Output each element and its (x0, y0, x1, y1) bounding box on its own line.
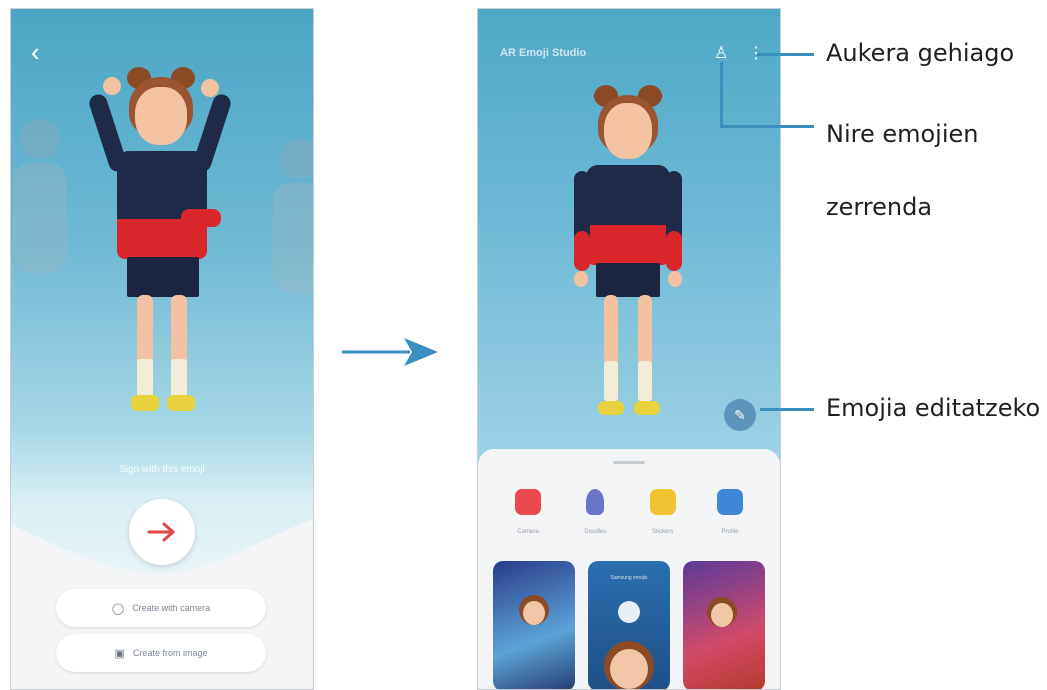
camera-icon: ◯ (111, 602, 125, 615)
menu-stickers-label: Stickers (651, 529, 674, 535)
emoji-card[interactable] (683, 561, 765, 689)
back-icon[interactable]: ‹ (31, 39, 40, 65)
background-avatar-right (273, 139, 313, 293)
menu-doodles-label: Doodles (584, 529, 607, 535)
camera-icon (515, 489, 541, 515)
menu-camera[interactable]: Camera (498, 489, 558, 535)
callout-line-emoji-list (720, 125, 814, 128)
create-with-camera-button[interactable]: ◯ Create with camera (56, 589, 266, 627)
card-caption: Samsung emojis (610, 575, 648, 581)
menu-doodles[interactable]: Doodles (565, 489, 625, 535)
image-icon: ▣ (114, 647, 125, 660)
sign-with-emoji-text: Sign with this emoji (119, 464, 205, 475)
callout-more-options: Aukera gehiago (826, 39, 1015, 67)
callout-emoji-list-line1: Nire emojien (826, 120, 979, 148)
edit-icon: ✎ (734, 406, 746, 423)
callout-line-more-options (757, 53, 814, 56)
background-avatar-left (13, 119, 67, 273)
menu-profile[interactable]: Profile (700, 489, 760, 535)
avatar-figure (81, 59, 241, 449)
bottom-sheet: Camera Doodles Stickers Profile Samsung … (478, 449, 780, 689)
arrow-right-icon (147, 522, 175, 542)
menu-stickers[interactable]: Stickers (633, 489, 693, 535)
create-from-image-button[interactable]: ▣ Create from image (56, 634, 266, 672)
emoji-list-icon[interactable]: ♙ (714, 43, 728, 63)
edit-emoji-button[interactable]: ✎ (724, 399, 756, 431)
menu-camera-label: Camera (517, 529, 539, 535)
callout-line-edit-emoji (760, 408, 814, 411)
sticker-icon (649, 489, 676, 515)
flow-arrow-icon (342, 338, 438, 366)
create-from-image-label: Create from image (132, 648, 208, 658)
ar-emoji-studio-screen: AR Emoji Studio ♙ ⋮ ✎ Camera Doodles Sti… (477, 8, 781, 690)
mic-icon (586, 489, 605, 515)
feature-menu: Camera Doodles Stickers Profile (498, 489, 760, 535)
sheet-handle[interactable] (613, 461, 645, 464)
emoji-create-screen: ‹ Sign with this emoji ◯ Create with cam… (10, 8, 314, 690)
profile-icon (716, 489, 743, 515)
app-title: AR Emoji Studio (500, 47, 587, 59)
next-button[interactable] (129, 499, 195, 565)
callout-edit-emoji: Emojia editatzeko (826, 394, 1041, 422)
callout-line-emoji-list-vertical (720, 62, 723, 127)
callout-emoji-list-line2: zerrenda (826, 193, 933, 221)
emoji-card[interactable] (493, 561, 575, 689)
emoji-card[interactable]: Samsung emojis (588, 561, 670, 689)
my-emoji-avatar (568, 81, 688, 421)
menu-profile-label: Profile (721, 529, 739, 535)
create-with-camera-label: Create with camera (132, 603, 211, 613)
